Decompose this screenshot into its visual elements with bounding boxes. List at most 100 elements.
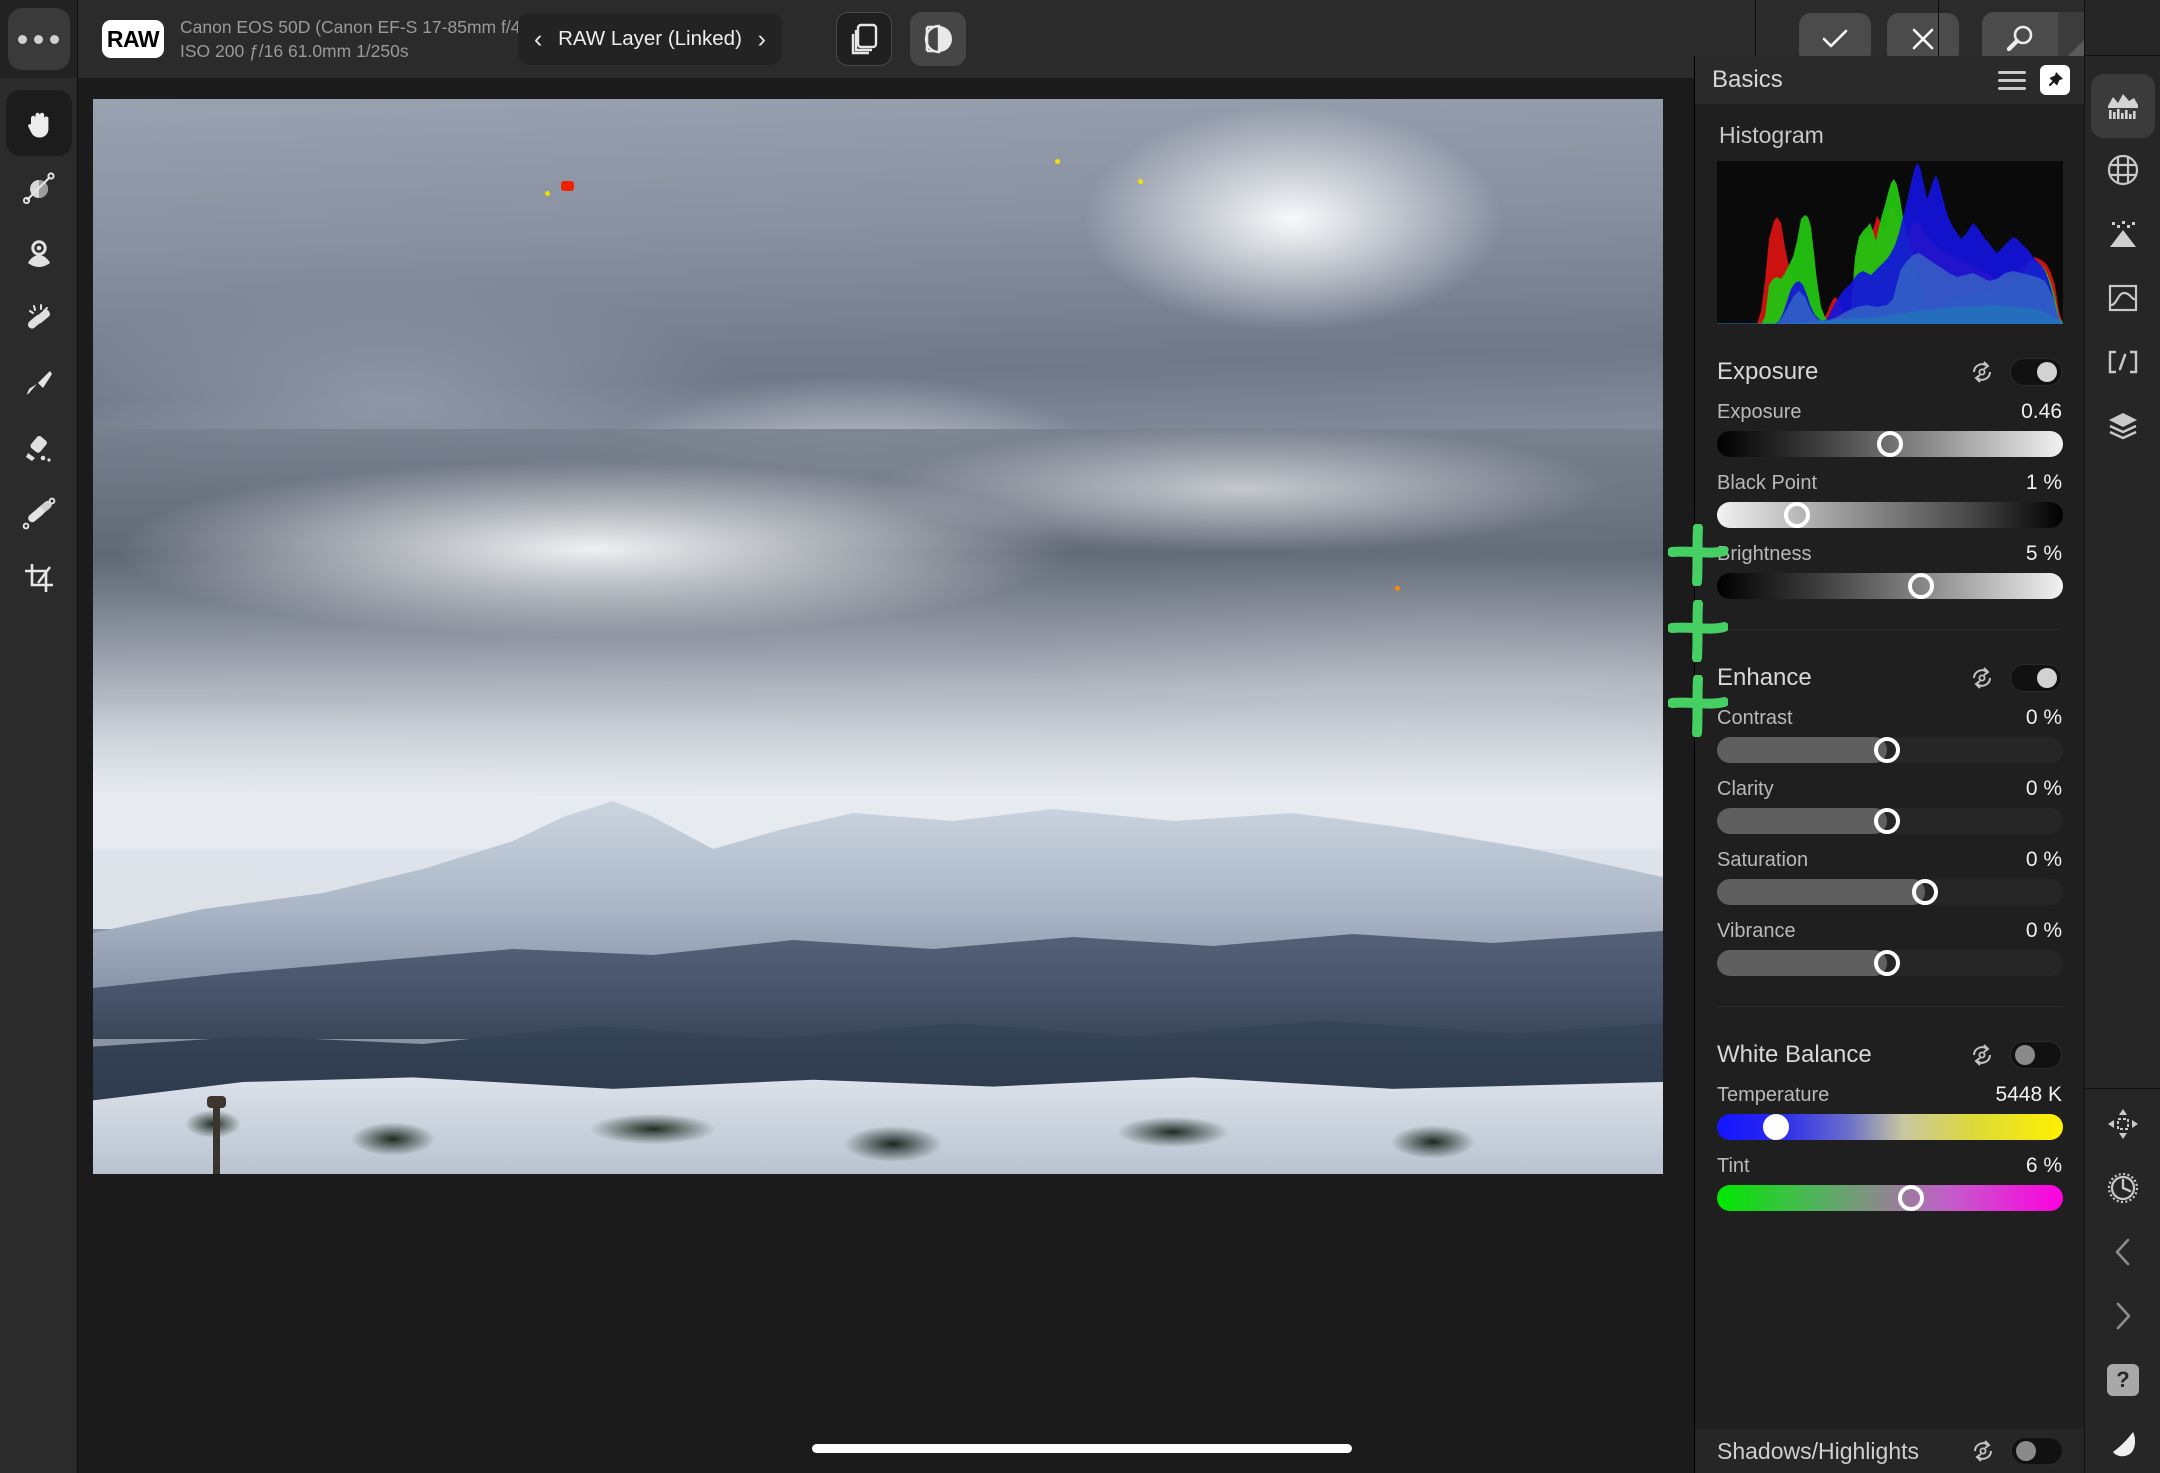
tool-inpainting-brush[interactable] bbox=[6, 285, 72, 351]
panel-icon-tone-curve[interactable] bbox=[2091, 266, 2155, 330]
adjustments-panel: Basics Histogram Exposure Exposure 0.46 … bbox=[1694, 56, 2085, 1473]
slider-value: 0 % bbox=[2025, 706, 2062, 729]
dot-icon bbox=[50, 34, 59, 44]
slider-track[interactable] bbox=[1717, 502, 2063, 528]
home-indicator[interactable] bbox=[812, 1444, 1352, 1453]
slider-track[interactable] bbox=[1717, 879, 2063, 905]
panel-icon-next[interactable] bbox=[2091, 1284, 2155, 1348]
pin-icon bbox=[2049, 72, 2063, 86]
raw-badge: RAW bbox=[102, 20, 164, 58]
tool-selection-brush[interactable] bbox=[6, 155, 72, 221]
slider-track[interactable] bbox=[1717, 431, 2063, 457]
tool-paint-brush[interactable] bbox=[6, 350, 72, 416]
slider-track[interactable] bbox=[1717, 1185, 2063, 1211]
slider-vibrance[interactable]: Vibrance 0 % bbox=[1717, 919, 2063, 976]
code-brackets-icon bbox=[2108, 350, 2137, 374]
chevron-left-icon bbox=[2115, 1238, 2130, 1266]
tool-crop[interactable] bbox=[6, 545, 72, 611]
canvas-area[interactable] bbox=[79, 78, 1694, 1473]
layer-prev-button[interactable]: ‹ bbox=[534, 26, 542, 52]
rail-divider bbox=[2085, 1088, 2160, 1089]
slider-value: 0.46 bbox=[2021, 400, 2062, 423]
section-header-exposure: Exposure bbox=[1717, 358, 2062, 386]
slider-knob[interactable] bbox=[1897, 1185, 1924, 1211]
slider-track[interactable] bbox=[1717, 808, 2063, 834]
tool-hand[interactable] bbox=[5, 89, 72, 156]
section-header-enhance: Enhance bbox=[1717, 664, 2062, 692]
layer-next-button[interactable]: › bbox=[758, 26, 766, 52]
selection-brush-icon bbox=[22, 171, 55, 204]
slider-track[interactable] bbox=[1717, 1114, 2063, 1140]
panel-icon-history[interactable] bbox=[2091, 1156, 2155, 1220]
reset-icon[interactable] bbox=[1969, 665, 1995, 691]
slider-contrast[interactable]: Contrast 0 % bbox=[1717, 706, 2063, 763]
help-icon[interactable]: ? bbox=[2107, 1364, 2139, 1396]
slider-clarity[interactable]: Clarity 0 % bbox=[1717, 777, 2063, 834]
tool-erase-brush[interactable] bbox=[6, 415, 72, 481]
toggle-exposure[interactable] bbox=[2010, 358, 2062, 386]
reset-icon[interactable] bbox=[1969, 1042, 1995, 1068]
pin-panel-button[interactable] bbox=[2040, 65, 2070, 95]
slider-brightness[interactable]: Brightness 5 % bbox=[1717, 542, 2063, 599]
slider-knob[interactable] bbox=[1762, 1114, 1789, 1140]
slider-knob[interactable] bbox=[1873, 950, 1900, 976]
reset-icon[interactable] bbox=[1969, 359, 1995, 385]
inpainting-brush-icon bbox=[27, 303, 50, 329]
layer-selector[interactable]: ‹ RAW Layer (Linked) › bbox=[518, 13, 782, 65]
slider-value: 0 % bbox=[2025, 777, 2062, 800]
tools-sidebar bbox=[0, 78, 78, 1473]
panel-icon-overlays[interactable] bbox=[2091, 138, 2155, 202]
stack-layers-button[interactable] bbox=[836, 12, 892, 66]
close-icon bbox=[1912, 28, 1934, 50]
slider-exposure[interactable]: Exposure 0.46 bbox=[1717, 400, 2063, 457]
panel-icon-metadata[interactable] bbox=[2091, 330, 2155, 394]
image-preview[interactable] bbox=[93, 99, 1663, 1174]
slider-track[interactable] bbox=[1717, 573, 2063, 599]
tree-line-layer bbox=[93, 1084, 1663, 1174]
persona-icon[interactable] bbox=[2091, 1412, 2155, 1473]
slider-knob[interactable] bbox=[1873, 737, 1900, 763]
slider-knob[interactable] bbox=[1911, 879, 1938, 905]
toggle-shadows-highlights[interactable] bbox=[2011, 1437, 2063, 1465]
panel-menu-icon[interactable] bbox=[1998, 70, 2026, 90]
slider-label: Exposure bbox=[1717, 401, 1802, 423]
slider-track[interactable] bbox=[1717, 950, 2063, 976]
panel-icon-move[interactable] bbox=[2091, 1092, 2155, 1156]
tool-clone-brush[interactable] bbox=[6, 480, 72, 546]
stacked-pages-icon bbox=[851, 23, 878, 55]
more-options-button[interactable] bbox=[7, 8, 70, 70]
reset-icon[interactable] bbox=[1970, 1438, 1996, 1464]
slider-label: Contrast bbox=[1717, 707, 1793, 729]
histogram-svg bbox=[1717, 163, 2063, 324]
slider-saturation[interactable]: Saturation 0 % bbox=[1717, 848, 2063, 905]
section-title-white-balance: White Balance bbox=[1717, 1041, 1872, 1068]
erase-brush-icon bbox=[25, 435, 51, 462]
slider-value: 5 % bbox=[2025, 542, 2062, 565]
panel-title: Basics bbox=[1712, 66, 1783, 93]
slider-black-point[interactable]: Black Point 1 % bbox=[1717, 471, 2063, 528]
slider-label: Temperature bbox=[1717, 1084, 1830, 1106]
section-header-shadows-highlights[interactable]: Shadows/Highlights bbox=[1695, 1429, 2085, 1473]
slider-knob[interactable] bbox=[1908, 573, 1935, 599]
crescent-icon bbox=[2113, 1432, 2136, 1457]
divider bbox=[1717, 629, 2062, 630]
slider-knob[interactable] bbox=[1877, 431, 1903, 457]
toggle-white-balance[interactable] bbox=[2010, 1041, 2062, 1069]
blemish-removal-icon bbox=[27, 239, 50, 267]
photo-editor-window: RAW Canon EOS 50D (Canon EF-S 17-85mm f/… bbox=[0, 0, 2160, 1473]
slider-tint[interactable]: Tint 6 % bbox=[1717, 1154, 2063, 1211]
slider-track[interactable] bbox=[1717, 737, 2063, 763]
panel-icon-lens[interactable] bbox=[2091, 202, 2155, 266]
panel-icon-layers[interactable] bbox=[2091, 394, 2155, 458]
panel-icon-previous[interactable] bbox=[2091, 1220, 2155, 1284]
slider-knob[interactable] bbox=[1783, 502, 1810, 528]
tool-blemish-removal[interactable] bbox=[6, 220, 72, 286]
slider-temperature[interactable]: Temperature 5448 K bbox=[1717, 1083, 2063, 1140]
toggle-enhance[interactable] bbox=[2010, 664, 2062, 692]
slider-knob[interactable] bbox=[1873, 808, 1900, 834]
before-after-button[interactable] bbox=[910, 12, 966, 66]
pole-object bbox=[207, 1096, 226, 1174]
slider-value: 0 % bbox=[2025, 919, 2062, 942]
panel-icon-histogram[interactable] bbox=[2090, 74, 2155, 138]
layer-name-label: RAW Layer (Linked) bbox=[558, 27, 742, 50]
